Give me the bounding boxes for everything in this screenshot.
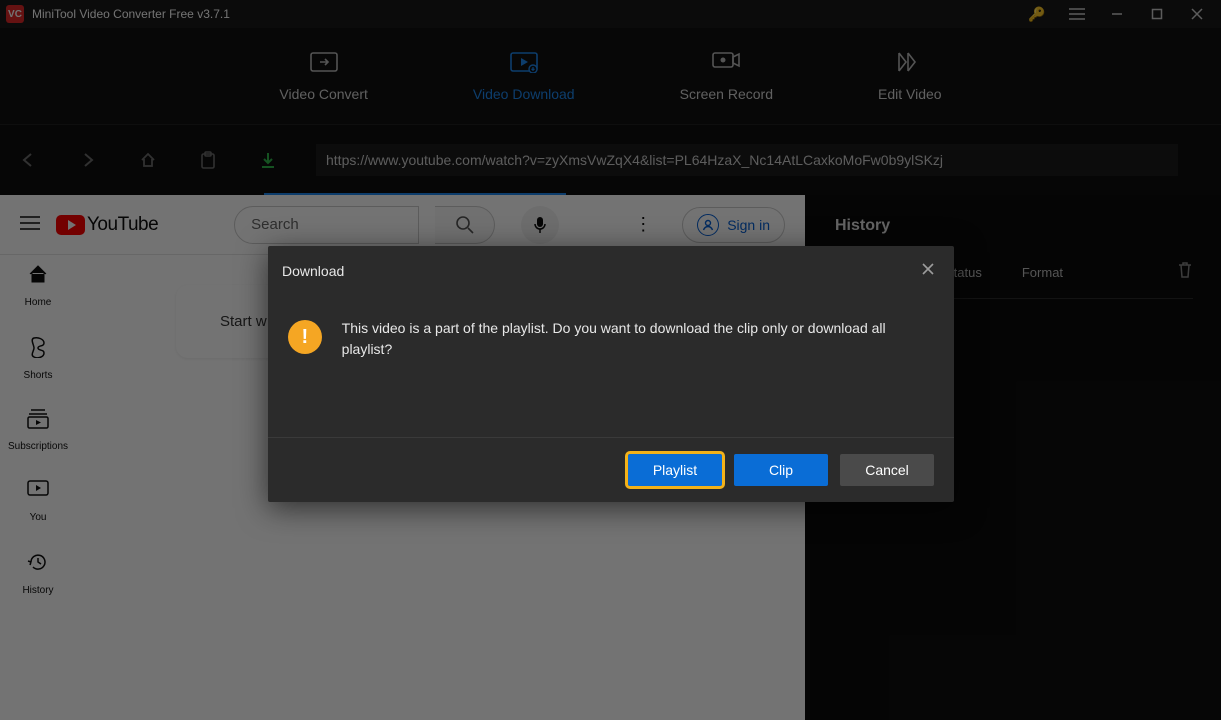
clip-button[interactable]: Clip — [734, 454, 828, 486]
close-icon[interactable] — [916, 258, 940, 284]
modal-body: ! This video is a part of the playlist. … — [268, 296, 954, 437]
modal-message: This video is a part of the playlist. Do… — [342, 318, 934, 360]
warning-icon: ! — [288, 320, 322, 354]
playlist-button[interactable]: Playlist — [628, 454, 722, 486]
modal-title: Download — [282, 263, 344, 279]
modal-titlebar: Download — [268, 246, 954, 296]
download-modal: Download ! This video is a part of the p… — [268, 246, 954, 502]
modal-footer: Playlist Clip Cancel — [268, 437, 954, 502]
cancel-button[interactable]: Cancel — [840, 454, 934, 486]
